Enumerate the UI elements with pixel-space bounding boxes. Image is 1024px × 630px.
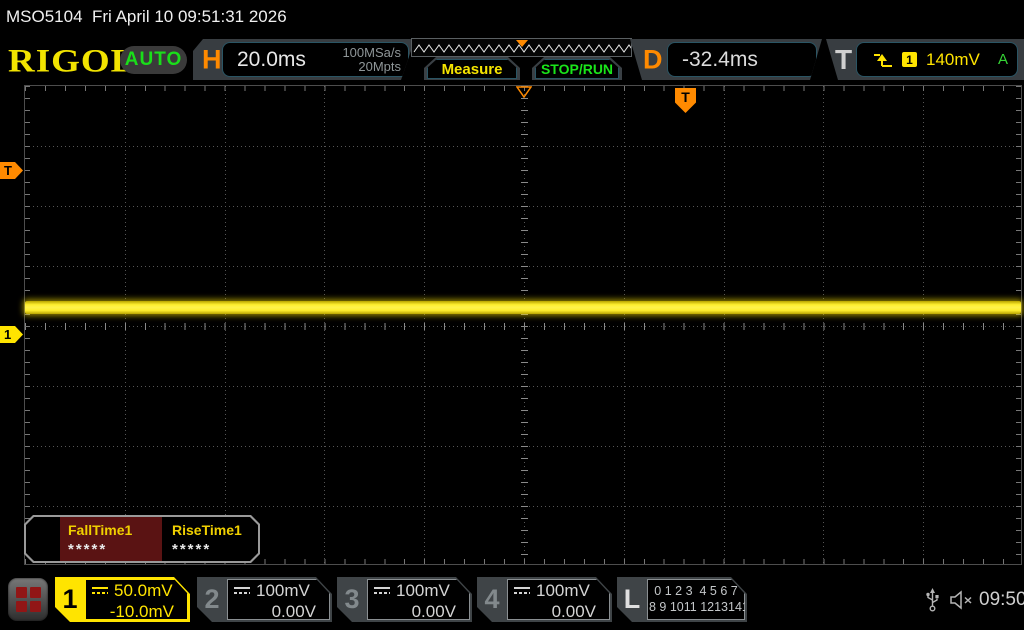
memory-depth: 20Mpts: [358, 59, 401, 74]
channel-values: 100mV 0.00V: [227, 579, 330, 620]
menu-grid-icon: [15, 587, 41, 612]
delay-inset: -32.4ms: [667, 42, 817, 77]
acquisition-mode-badge: AUTO: [120, 46, 187, 74]
dc-coupling-icon: [92, 587, 108, 596]
volts-per-div: 50.0mV: [114, 581, 173, 600]
channel-offset: 0.00V: [551, 602, 596, 621]
channel-number: 1: [62, 584, 78, 614]
volts-per-div: 100mV: [536, 581, 590, 600]
measurement-falltime[interactable]: FallTime1 *****: [60, 517, 162, 561]
measurement-risetime[interactable]: RiseTime1 *****: [164, 517, 266, 561]
measurement-value: *****: [68, 541, 108, 558]
logic-analyzer-tab[interactable]: L 0 1 2 3 4 5 6 7 8 9 1011 12131415: [617, 577, 747, 622]
menu-grid-button[interactable]: [8, 578, 48, 621]
usb-icon: [926, 588, 939, 612]
delay-label: D: [643, 44, 663, 74]
volts-per-div: 100mV: [256, 581, 310, 600]
channel1-tab[interactable]: 1 50.0mV -10.0mV: [55, 577, 190, 622]
waveform-display-area: [24, 85, 1022, 565]
horizontal-inset: 20.0ms 100MSa/s 20Mpts: [222, 42, 409, 77]
sample-rate: 100MSa/s: [342, 45, 401, 60]
channel-number: 2: [204, 584, 220, 614]
trigger-sweep-mode: A: [997, 51, 1008, 68]
channel-number: 3: [344, 584, 360, 614]
logic-label: L: [623, 584, 641, 614]
channel-offset: 0.00V: [411, 602, 456, 621]
dc-coupling-icon: [514, 587, 530, 596]
overview-position-caret-icon: [515, 40, 528, 47]
delay-settings-box[interactable]: D -32.4ms: [630, 39, 822, 80]
channel-offset: -10.0mV: [109, 602, 174, 621]
channel1-offset-marker[interactable]: 1: [0, 326, 23, 343]
logic-row-1: 0 1 2 3 4 5 6 7: [654, 584, 738, 598]
trigger-settings-box[interactable]: T 1 140mV A: [826, 39, 1024, 80]
volts-per-div: 100mV: [396, 581, 450, 600]
channel-values: 100mV 0.00V: [367, 579, 470, 620]
waveform-overview-strip[interactable]: [411, 38, 635, 57]
edge-ticks-right: [1016, 86, 1021, 564]
channel4-tab[interactable]: 4 100mV 0.00V: [477, 577, 612, 622]
trigger-level-value: 140mV: [926, 49, 980, 69]
time-reference-triangle-icon: [516, 86, 532, 98]
channel1-trace: [25, 301, 1021, 314]
rising-edge-icon: [874, 53, 892, 67]
stop-run-button[interactable]: STOP/RUN: [532, 57, 622, 80]
stop-run-button-label: STOP/RUN: [540, 61, 614, 77]
logic-channels: 0 1 2 3 4 5 6 7 8 9 1011 12131415: [647, 579, 745, 620]
channel-values: 50.0mV -10.0mV: [85, 579, 188, 620]
measurement-name: RiseTime1: [172, 522, 242, 538]
measurement-panel: FallTime1 ***** RiseTime1 *****: [24, 515, 260, 563]
channel3-tab[interactable]: 3 100mV 0.00V: [337, 577, 472, 622]
delay-value: -32.4ms: [682, 47, 758, 71]
speaker-muted-icon: [950, 590, 972, 610]
trigger-label: T: [835, 43, 853, 75]
edge-ticks-left: [25, 86, 30, 564]
channel-values: 100mV 0.00V: [507, 579, 610, 620]
clock: 09:50: [979, 589, 1024, 610]
dc-coupling-icon: [234, 587, 250, 596]
horizontal-settings-box[interactable]: H 20.0ms 100MSa/s 20Mpts: [193, 39, 415, 80]
trigger-source-badge: 1: [902, 52, 917, 67]
sample-rate-block: 100MSa/s 20Mpts: [342, 46, 401, 74]
measure-button[interactable]: Measure: [424, 57, 520, 80]
rigol-logo: RIGOL: [8, 43, 137, 80]
horizontal-label: H: [202, 44, 222, 74]
trigger-inset: 1 140mV A: [856, 42, 1018, 77]
model-and-datetime: MSO5104 Fri April 10 09:51:31 2026: [6, 7, 287, 26]
center-axis-ticks-horizontal: [25, 323, 1021, 330]
measurement-value: *****: [172, 541, 212, 558]
measurement-name: FallTime1: [68, 522, 133, 538]
trigger-level-marker[interactable]: T: [0, 162, 23, 179]
logic-row-2: 8 9 1011 12131415: [649, 600, 756, 614]
channel-offset: 0.00V: [271, 602, 316, 621]
dc-coupling-icon: [374, 587, 390, 596]
channel2-tab[interactable]: 2 100mV 0.00V: [197, 577, 332, 622]
timebase-value: 20.0ms: [237, 47, 306, 71]
measure-button-label: Measure: [441, 60, 503, 78]
channel-number: 4: [484, 584, 500, 614]
